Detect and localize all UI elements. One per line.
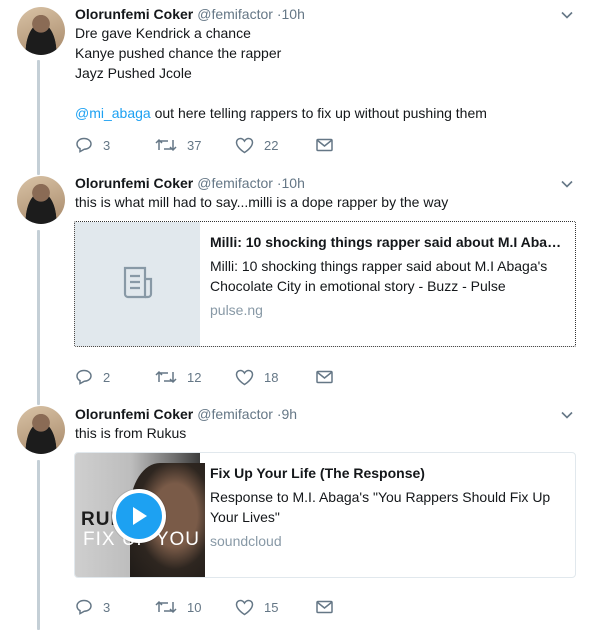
- tweet-text: this is what mill had to say...milli is …: [75, 192, 575, 212]
- reply-count: 2: [103, 369, 111, 385]
- card-thumbnail: RUKUS FIX UP YOU: [75, 453, 205, 577]
- tweet-actions: 3 37 22: [75, 135, 575, 155]
- card-description: Response to M.I. Abaga's "You Rappers Sh…: [210, 489, 551, 525]
- mention-link[interactable]: @mi_abaga: [75, 105, 151, 121]
- reply-button[interactable]: 3: [75, 597, 110, 617]
- chevron-down-icon[interactable]: [560, 408, 574, 422]
- like-button[interactable]: 22: [235, 135, 278, 155]
- card-domain: pulse.ng: [210, 302, 263, 318]
- thread-line: [37, 460, 40, 630]
- user-name[interactable]: Olorunfemi Coker: [75, 175, 193, 191]
- tweet[interactable]: Olorunfemi Coker @femifactor ·10h this is…: [0, 170, 601, 405]
- tweet-line: @mi_abaga out here telling rappers to fi…: [75, 103, 575, 123]
- thread-line: [37, 60, 40, 175]
- card-description: Milli: 10 shocking things rapper said ab…: [210, 258, 548, 294]
- reply-count: 3: [103, 599, 111, 615]
- retweet-button[interactable]: 12: [155, 367, 201, 387]
- retweet-button[interactable]: 37: [155, 135, 201, 155]
- media-card[interactable]: RUKUS FIX UP YOU Fix Up Your Life (The R…: [74, 452, 576, 578]
- tweet-time[interactable]: ·10h: [277, 175, 305, 191]
- retweet-icon: [155, 600, 177, 614]
- play-icon: [133, 507, 147, 525]
- tweet-line: Kanye pushed chance the rapper: [75, 45, 282, 61]
- user-handle[interactable]: @femifactor: [197, 175, 273, 191]
- heart-icon: [235, 137, 254, 153]
- like-button[interactable]: 18: [235, 367, 278, 387]
- reply-icon: [76, 369, 92, 385]
- tweet-line: this is what mill had to say...milli is …: [75, 194, 449, 210]
- tweet-header: Olorunfemi Coker @femifactor ·10h: [75, 174, 305, 192]
- tweet[interactable]: Olorunfemi Coker @femifactor ·10h Dre gav…: [0, 0, 601, 175]
- tweet-line: Dre gave Kendrick a chance: [75, 25, 251, 41]
- document-icon: [123, 266, 153, 299]
- tweet-line-rest: out here telling rappers to fix up witho…: [150, 105, 487, 121]
- tweet-header: Olorunfemi Coker @femifactor ·9h: [75, 405, 297, 423]
- envelope-icon: [316, 600, 333, 614]
- reply-count: 3: [103, 137, 111, 153]
- message-button[interactable]: [316, 597, 333, 617]
- retweet-count: 10: [187, 599, 202, 615]
- tweet-text: this is from Rukus: [75, 423, 575, 443]
- avatar[interactable]: [17, 7, 65, 55]
- envelope-icon: [316, 138, 333, 152]
- card-title[interactable]: Milli: 10 shocking things rapper said ab…: [210, 232, 565, 252]
- user-handle[interactable]: @femifactor: [197, 406, 273, 422]
- heart-icon: [235, 599, 254, 615]
- user-name[interactable]: Olorunfemi Coker: [75, 406, 193, 422]
- tweet-header: Olorunfemi Coker @femifactor ·10h: [75, 5, 305, 23]
- tweet-actions: 2 12 18: [75, 367, 575, 387]
- retweet-icon: [155, 370, 177, 384]
- link-card[interactable]: Milli: 10 shocking things rapper said ab…: [74, 221, 576, 347]
- chevron-down-icon[interactable]: [560, 177, 574, 191]
- message-button[interactable]: [316, 135, 333, 155]
- user-name[interactable]: Olorunfemi Coker: [75, 6, 193, 22]
- retweet-count: 37: [187, 137, 202, 153]
- tweet-line: this is from Rukus: [75, 425, 187, 441]
- tweet-line: Jayz Pushed Jcole: [75, 65, 192, 81]
- retweet-button[interactable]: 10: [155, 597, 201, 617]
- tweet[interactable]: Olorunfemi Coker @femifactor ·9h this is …: [0, 400, 601, 630]
- message-button[interactable]: [316, 367, 333, 387]
- reply-icon: [76, 599, 92, 615]
- play-button[interactable]: [112, 489, 166, 543]
- reply-button[interactable]: 3: [75, 135, 110, 155]
- heart-icon: [235, 369, 254, 385]
- reply-button[interactable]: 2: [75, 367, 110, 387]
- tweet-text: Dre gave Kendrick a chance Kanye pushed …: [75, 23, 575, 123]
- avatar[interactable]: [17, 176, 65, 224]
- like-button[interactable]: 15: [235, 597, 278, 617]
- chevron-down-icon[interactable]: [560, 8, 574, 22]
- avatar[interactable]: [17, 406, 65, 454]
- card-title[interactable]: Fix Up Your Life (The Response): [210, 463, 565, 483]
- thread-line: [37, 230, 40, 405]
- retweet-count: 12: [187, 369, 202, 385]
- tweet-actions: 3 10 15: [75, 597, 575, 617]
- reply-icon: [76, 137, 92, 153]
- card-thumbnail: [75, 222, 200, 346]
- like-count: 18: [264, 369, 279, 385]
- retweet-icon: [155, 138, 177, 152]
- tweet-time[interactable]: ·9h: [277, 406, 297, 422]
- envelope-icon: [316, 370, 333, 384]
- card-domain: soundcloud: [210, 533, 282, 549]
- tweet-time[interactable]: ·10h: [277, 6, 305, 22]
- user-handle[interactable]: @femifactor: [197, 6, 273, 22]
- like-count: 22: [264, 137, 279, 153]
- like-count: 15: [264, 599, 279, 615]
